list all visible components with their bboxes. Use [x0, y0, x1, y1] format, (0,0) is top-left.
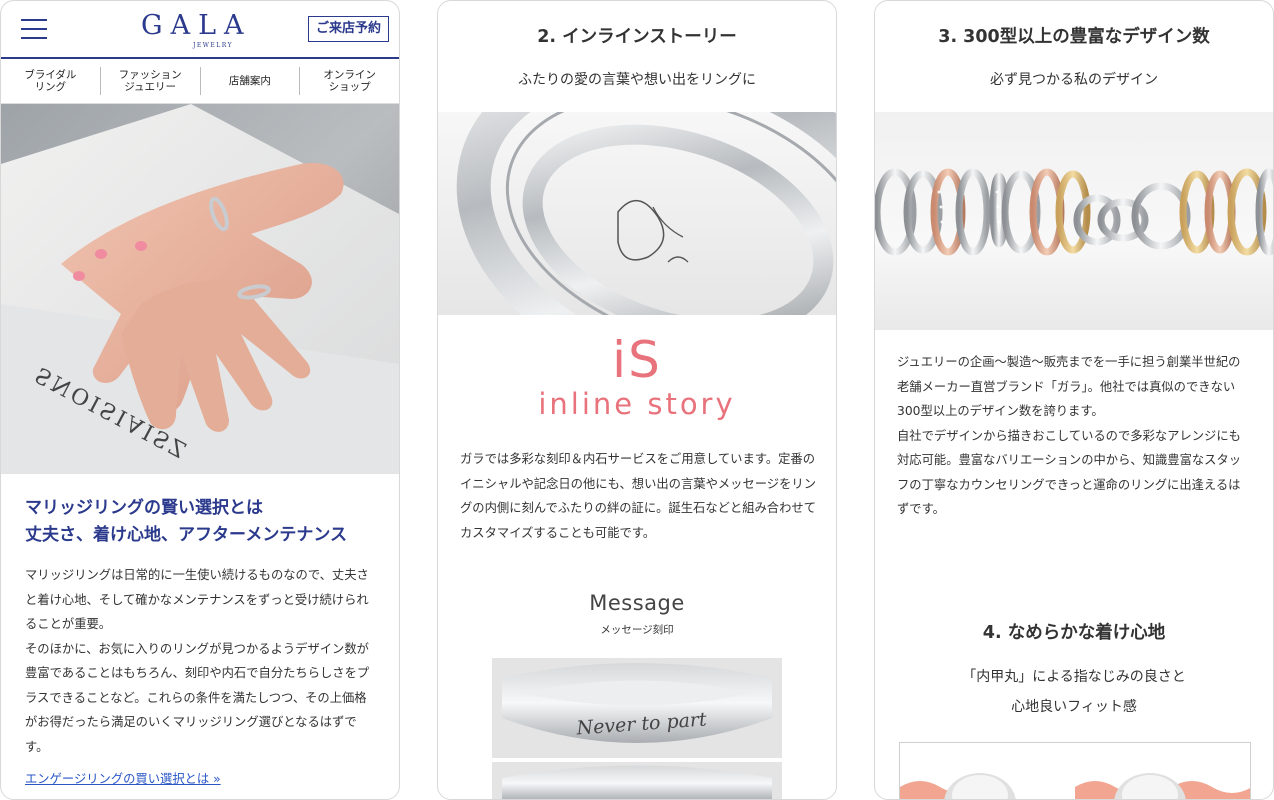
inline-story-logo: iS inline story — [438, 331, 836, 421]
ring-lineup-image — [875, 112, 1273, 330]
section-title-fit: 4. なめらかな着け心地 — [982, 623, 1166, 643]
store-reservation-button[interactable]: ご来店予約 — [307, 16, 389, 42]
page-heading: マリッジリングの賢い選択とは 丈夫さ、着け心地、アフターメンテナンス — [25, 495, 385, 549]
is-logo-mark: iS — [612, 331, 662, 389]
heading-line-2: 丈夫さ、着け心地、アフターメンテナンス — [25, 525, 347, 545]
mobile-screen-inline-story: 2. インラインストーリー ふたりの愛の言葉や想い出をリングに iS inlin… — [437, 0, 837, 800]
message-subtitle: メッセージ刻印 — [600, 624, 674, 636]
section-title-designs: 3. 300型以上の豊富なデザイン数 — [938, 27, 1210, 47]
inline-story-paragraph: ガラでは多彩な刻印＆内石サービスをご用意しています。定番のイニシャルや記念日の他… — [460, 452, 816, 540]
message-engraving-image: Never to part — [492, 658, 782, 799]
engraved-ring-image — [438, 112, 836, 315]
mobile-screen-home: GALA JEWELRY ご来店予約 ブライダル リング ファッション ジュエリ… — [0, 0, 400, 800]
site-header: GALA JEWELRY ご来店予約 — [1, 1, 399, 59]
comfort-fit-image — [899, 742, 1251, 799]
section-subtitle: ふたりの愛の言葉や想い出をリングに — [518, 72, 756, 88]
hero-image-hands-with-rings: SNOISIAISZ — [1, 104, 399, 474]
logo-text: GALA — [141, 10, 252, 41]
section-subtitle-designs: 必ず見つかる私のデザイン — [990, 72, 1158, 88]
logo-subtext: JEWELRY — [192, 42, 234, 49]
main-nav: ブライダル リング ファッション ジュエリー 店舗案内 オンライン ショップ — [1, 59, 399, 104]
designs-paragraph: ジュエリーの企画〜製造〜販売までを一手に担う創業半世紀の老舗メーカー直営ブランド… — [897, 355, 1242, 516]
hamburger-menu-icon[interactable] — [21, 19, 47, 39]
is-logo-text: inline story — [538, 387, 736, 421]
nav-item-store-guide[interactable]: 店舗案内 — [201, 67, 301, 95]
heading-line-1: マリッジリングの賢い選択とは — [25, 498, 263, 518]
section-subtitle-fit: 「内甲丸」による指なじみの良さと 心地良いフィット感 — [962, 669, 1186, 715]
gala-logo[interactable]: GALA JEWELRY — [141, 10, 252, 50]
nav-item-bridal-ring[interactable]: ブライダル リング — [1, 67, 101, 95]
mobile-screen-designs: 3. 300型以上の豊富なデザイン数 必ず見つかる私のデザイン ジュエリーの企画… — [874, 0, 1274, 800]
nav-item-online-shop[interactable]: オンライン ショップ — [300, 67, 399, 95]
section-title-inline-story: 2. インラインストーリー — [537, 27, 737, 47]
intro-paragraph: マリッジリングは日常的に一生使い続けるものなので、丈夫さと着け心地、そして確かな… — [25, 568, 370, 754]
nav-item-fashion-jewelry[interactable]: ファッション ジュエリー — [101, 67, 201, 95]
message-title: Message — [589, 591, 685, 615]
engagement-ring-link[interactable]: エンゲージリングの買い選択とは » — [25, 769, 221, 787]
